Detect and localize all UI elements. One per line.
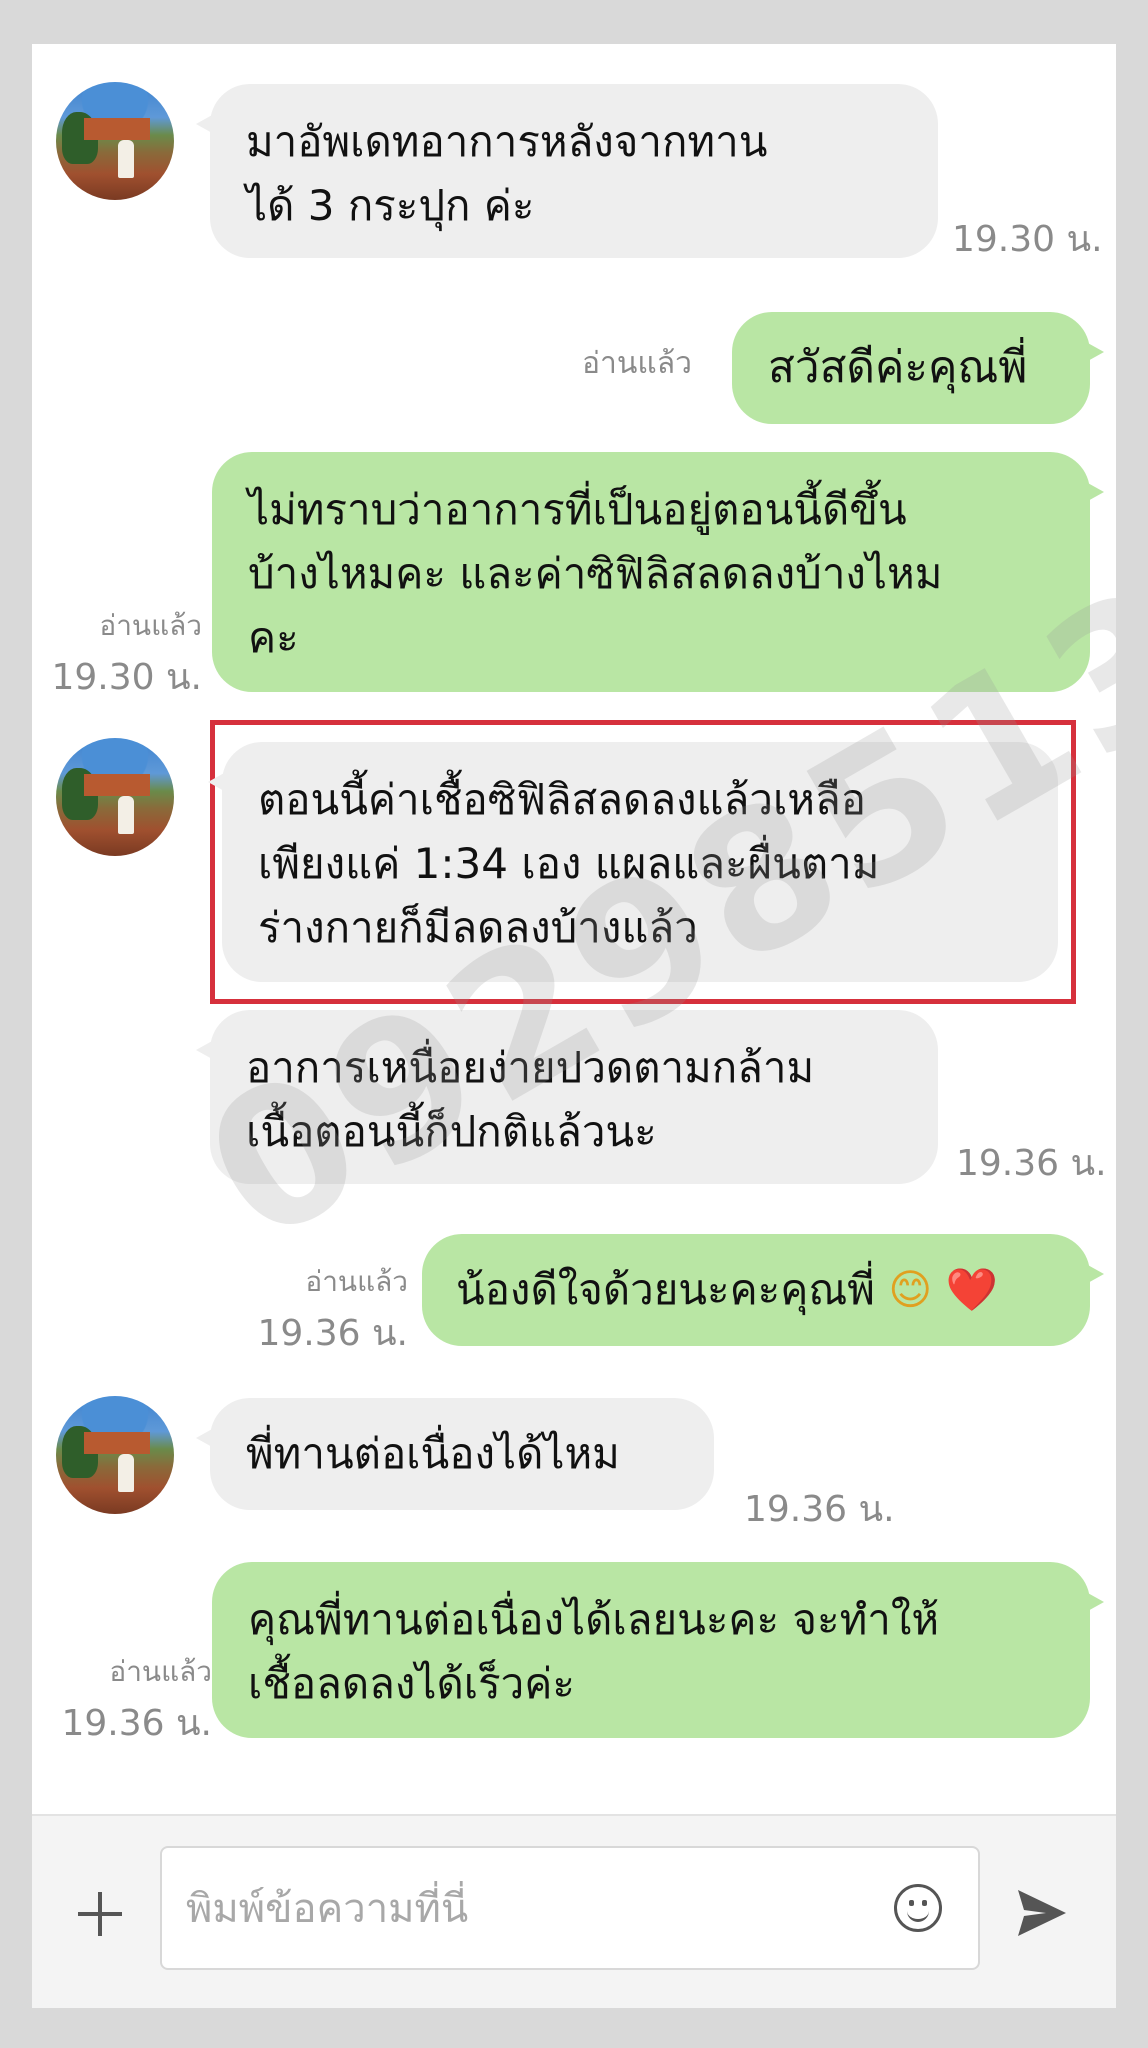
message-line: ไม่ทราบว่าอาการที่เป็นอยู่ตอนนี้ดีขึ้น xyxy=(248,485,907,534)
read-receipt: อ่านแล้ว xyxy=(99,609,202,642)
read-receipt: อ่านแล้ว xyxy=(305,1265,408,1298)
message-time: 19.30 น. xyxy=(51,657,202,698)
message-line: น้องดีใจด้วยนะคะคุณพี่ xyxy=(456,1265,875,1314)
message-time: 19.36 น. xyxy=(744,1489,895,1530)
message-line: เพียงแค่ 1:34 เอง แผลและผื่นตาม xyxy=(258,839,880,888)
message-meta: อ่านแล้ว 19.36 น. xyxy=(42,1650,212,1751)
read-receipt: อ่านแล้ว xyxy=(582,346,692,381)
message-bubble-incoming[interactable]: มาอัพเดทอาการหลังจากทาน ได้ 3 กระปุก ค่ะ xyxy=(196,84,938,258)
send-icon[interactable] xyxy=(1014,1886,1070,1940)
message-time: 19.36 น. xyxy=(956,1143,1107,1184)
smiling-face-emoji-icon: 😊 xyxy=(888,1265,933,1314)
plus-icon[interactable] xyxy=(76,1890,124,1938)
message-input[interactable] xyxy=(184,1868,868,1950)
message-line: อาการเหนื่อยง่ายปวดตามกล้าม xyxy=(246,1043,815,1092)
message-line: บ้างไหมคะ และค่าซิฟิลิสลดลงบ้างไหม xyxy=(248,549,943,598)
chat-area[interactable]: มาอัพเดทอาการหลังจากทาน ได้ 3 กระปุก ค่ะ… xyxy=(32,44,1116,1814)
message-time: 19.30 น. xyxy=(952,219,1103,260)
message-bubble-outgoing[interactable]: ไม่ทราบว่าอาการที่เป็นอยู่ตอนนี้ดีขึ้น บ… xyxy=(212,452,1104,692)
message-line: มาอัพเดทอาการหลังจากทาน xyxy=(246,117,768,166)
message-bubble-outgoing[interactable]: สวัสดีค่ะคุณพี่ xyxy=(732,312,1104,424)
message-bubble-outgoing[interactable]: น้องดีใจด้วยนะคะคุณพี่ 😊 ❤️ xyxy=(422,1234,1104,1346)
message-meta: อ่านแล้ว 19.30 น. xyxy=(42,604,202,705)
message-line: เนื้อตอนนี้ก็ปกติแล้วนะ xyxy=(246,1107,657,1156)
message-line: ได้ 3 กระปุก ค่ะ xyxy=(246,181,535,230)
chat-screen: มาอัพเดทอาการหลังจากทาน ได้ 3 กระปุก ค่ะ… xyxy=(32,44,1116,2008)
message-line: เชื้อลดลงได้เร็วค่ะ xyxy=(248,1659,575,1708)
message-bubble-incoming[interactable]: พี่ทานต่อเนื่องได้ไหม xyxy=(196,1398,714,1510)
contact-avatar[interactable] xyxy=(56,1396,174,1514)
message-bubble-incoming[interactable]: ตอนนี้ค่าเชื้อซิฟิลิสลดลงแล้วเหลือ เพียง… xyxy=(208,742,1058,982)
message-bubble-outgoing[interactable]: คุณพี่ทานต่อเนื่องได้เลยนะคะ จะทำให้ เชื… xyxy=(212,1562,1104,1738)
message-time: 19.36 น. xyxy=(61,1703,212,1744)
message-line: พี่ทานต่อเนื่องได้ไหม xyxy=(246,1429,620,1478)
contact-avatar[interactable] xyxy=(56,738,174,856)
smile-icon[interactable] xyxy=(894,1884,942,1932)
message-meta: อ่านแล้ว 19.36 น. xyxy=(248,1260,408,1361)
message-line: สวัสดีค่ะคุณพี่ xyxy=(768,342,1028,393)
message-input-container[interactable] xyxy=(160,1846,980,1970)
message-time: 19.36 น. xyxy=(257,1313,408,1354)
read-receipt: อ่านแล้ว xyxy=(109,1655,212,1688)
message-input-bar xyxy=(32,1814,1116,2008)
message-bubble-incoming[interactable]: อาการเหนื่อยง่ายปวดตามกล้าม เนื้อตอนนี้ก… xyxy=(196,1010,938,1184)
message-line: ร่างกายก็มีลดลงบ้างแล้ว xyxy=(258,903,698,952)
message-line: คุณพี่ทานต่อเนื่องได้เลยนะคะ จะทำให้ xyxy=(248,1595,940,1644)
message-line: ตอนนี้ค่าเชื้อซิฟิลิสลดลงแล้วเหลือ xyxy=(258,775,866,824)
message-line: คะ xyxy=(248,613,299,662)
contact-avatar[interactable] xyxy=(56,82,174,200)
red-heart-emoji-icon: ❤️ xyxy=(945,1265,998,1314)
